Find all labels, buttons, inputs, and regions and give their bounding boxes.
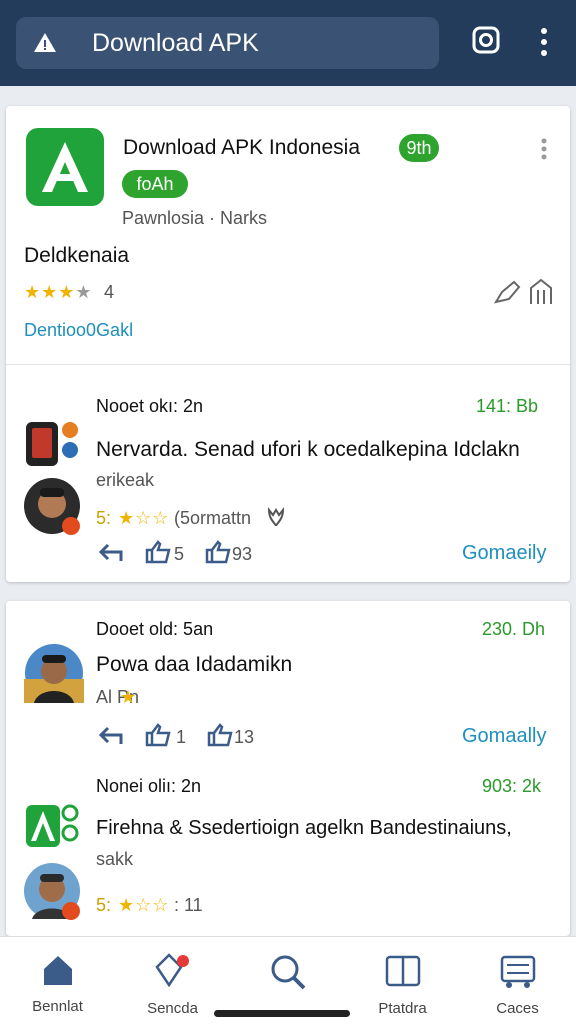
nav-label: Ptatdra: [378, 1000, 427, 1017]
more-vert-icon[interactable]: [536, 25, 552, 59]
share-count: 93: [232, 544, 253, 564]
post-rating-stars: ★: [120, 687, 138, 707]
dislike-icon[interactable]: [206, 723, 234, 747]
post-text: Nervarda. Senad ufori k ocedalkepina Idc…: [96, 438, 520, 461]
rating-note: (5ormattn: [174, 508, 252, 528]
instagram-icon[interactable]: [472, 25, 500, 55]
post-text: Firehna & Ssedertioign agelkn Bandestina…: [96, 817, 512, 839]
app-logo-icon[interactable]: [24, 801, 80, 849]
verified-icon: [267, 507, 285, 527]
share-icon[interactable]: [492, 278, 522, 306]
rating-value: 4: [104, 282, 115, 302]
nav-label: Sencda: [147, 1000, 198, 1017]
home-indicator[interactable]: [214, 1010, 350, 1017]
app-thumbnail-icon[interactable]: [24, 418, 80, 470]
like-count: 5: [174, 544, 185, 564]
post-stat: 141: Bb: [476, 396, 539, 416]
search-text: Download APK: [92, 28, 259, 57]
rating-prefix: 5:: [96, 508, 112, 528]
home-icon: [43, 956, 72, 985]
app-card: Download APK Indonesia 9th foAh Pawnlosi…: [6, 106, 570, 582]
more-vert-icon[interactable]: [540, 138, 548, 160]
post-stat: 903: 2k: [482, 776, 542, 796]
nav-item-tags[interactable]: Sencda: [115, 937, 230, 1024]
reply-icon[interactable]: [98, 725, 124, 747]
like-icon[interactable]: [144, 723, 172, 747]
post-action-link[interactable]: Gomaally: [462, 725, 546, 748]
like-count: 1: [176, 727, 187, 747]
post-rating-stars: ★☆☆: [118, 895, 170, 915]
cart-icon: [500, 955, 535, 988]
user-avatar[interactable]: [24, 643, 84, 703]
post-stat: 230. Dh: [482, 619, 546, 639]
post-author: Dooet old: 5an: [96, 619, 214, 639]
nav-label: Caces: [496, 1000, 539, 1017]
app-logo-icon[interactable]: [26, 128, 104, 206]
share-count: 13: [234, 727, 255, 747]
rating-stars: ★★★★: [24, 282, 93, 302]
app-link[interactable]: Dentioo0Gakl: [24, 320, 133, 341]
files-icon: [385, 955, 420, 987]
search-bar[interactable]: Download APK: [16, 17, 439, 69]
post-author: Nooet okı: 2n: [96, 396, 204, 416]
app-meta: Pawnlosia · Narks: [122, 208, 268, 228]
search-icon: [271, 955, 305, 990]
divider: [6, 364, 570, 365]
tag-badge: foAh: [122, 170, 188, 198]
tag-icon: [154, 953, 189, 988]
rating-note: : 11: [174, 895, 203, 915]
post-text: Powa daa Idadamikn: [96, 653, 293, 676]
post-subtext: erikeak: [96, 470, 155, 490]
post-subtext: sakk: [96, 849, 134, 869]
post-author: Nonei oliı: 2n: [96, 776, 202, 796]
post-action-link[interactable]: Gomaeily: [462, 542, 546, 565]
post-rating-stars: ★☆☆: [118, 508, 170, 528]
dislike-icon[interactable]: [204, 540, 232, 564]
like-icon[interactable]: [144, 540, 172, 564]
warning-icon: [34, 33, 56, 52]
nav-label: Bennlat: [32, 998, 83, 1015]
rating-prefix: 5:: [96, 895, 112, 915]
feed-card: Dooet old: 5an 230. Dh Powa daa Idadamik…: [6, 601, 570, 936]
nav-item-cart[interactable]: Caces: [460, 937, 575, 1024]
nav-item-files[interactable]: Ptatdra: [345, 937, 460, 1024]
nav-item-home[interactable]: Bennlat: [0, 937, 115, 1024]
app-title: Deldkenaia: [24, 244, 130, 267]
rank-badge: 9th: [399, 134, 439, 162]
reply-icon[interactable]: [98, 542, 124, 564]
app-name: Download APK Indonesia: [123, 136, 360, 159]
user-avatar[interactable]: [24, 863, 84, 923]
bookmark-icon[interactable]: [528, 278, 554, 306]
top-bar: Download APK: [0, 0, 576, 86]
user-avatar[interactable]: [24, 478, 84, 538]
